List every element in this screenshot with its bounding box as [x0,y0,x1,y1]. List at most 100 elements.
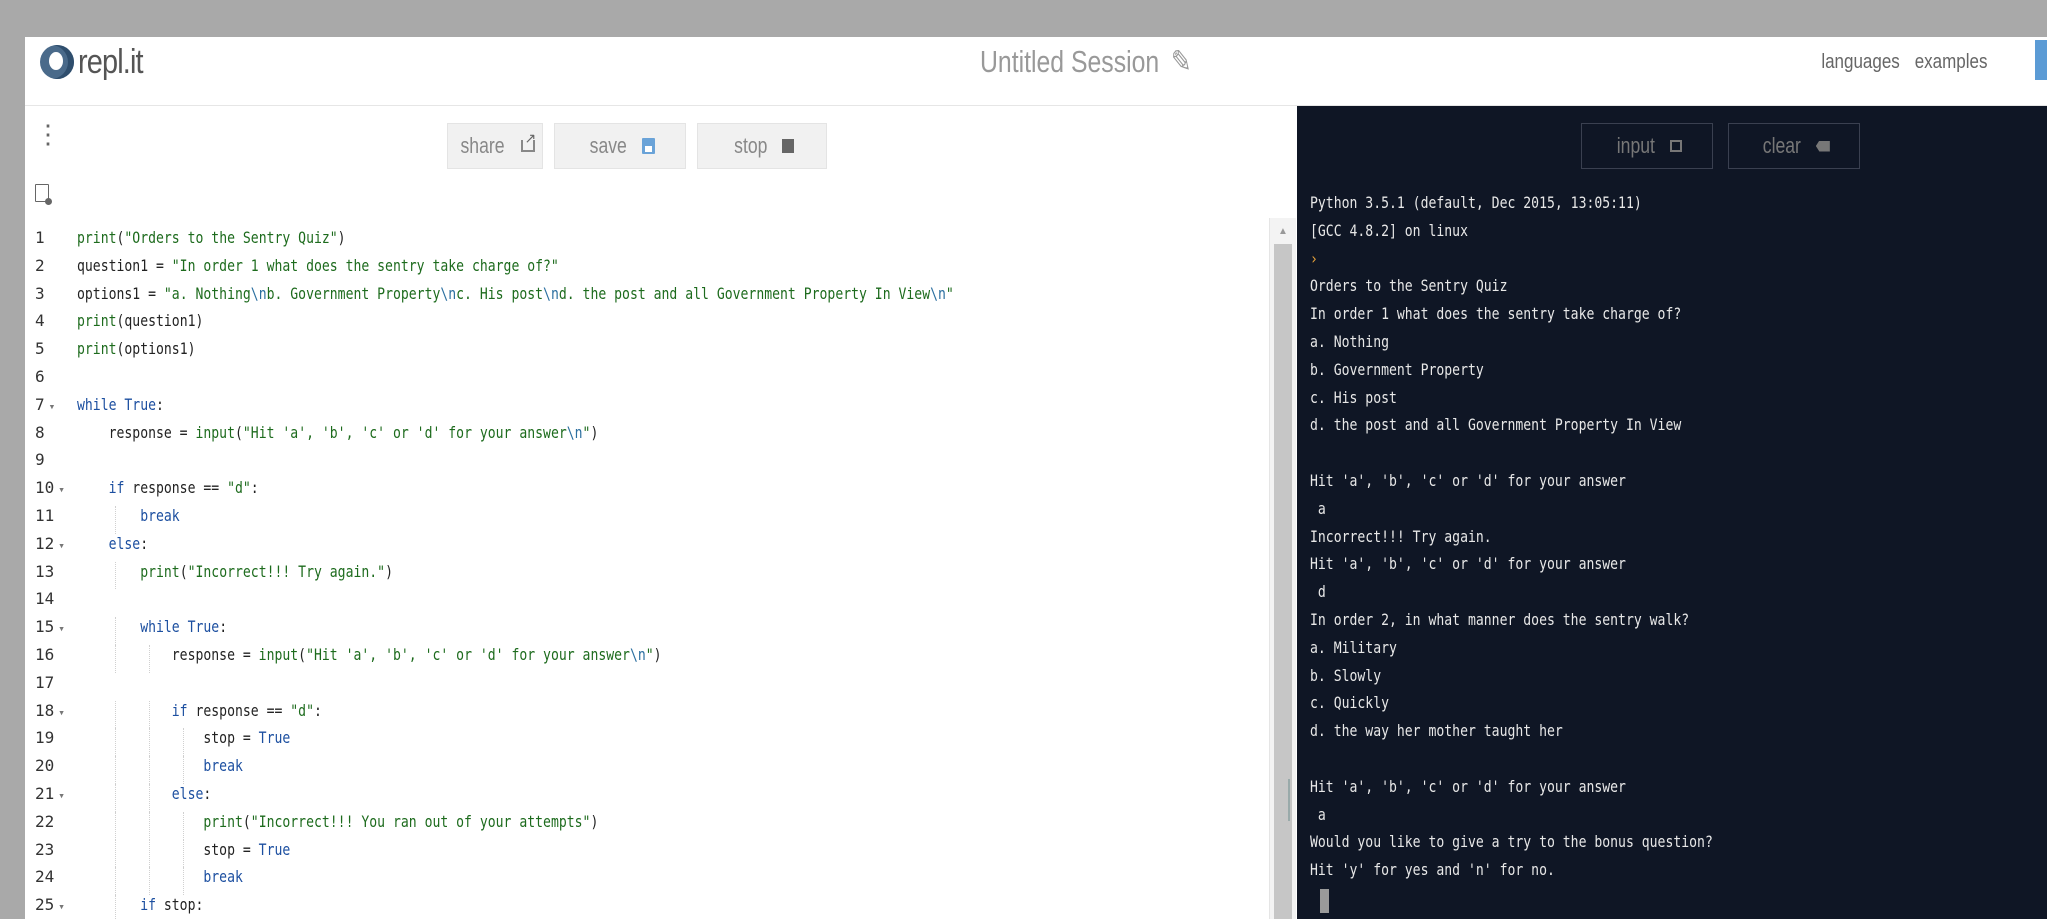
nav-languages[interactable]: languages [1821,51,1899,73]
indent-guide [115,617,116,645]
line-number: 2 [35,255,45,275]
console-line: Hit 'a', 'b', 'c' or 'd' for your answer [1310,554,1626,574]
code-line[interactable]: print(question1) [77,311,203,330]
code-line[interactable]: response = input("Hit 'a', 'b', 'c' or '… [77,423,599,442]
logo-text: repl.it [78,42,144,81]
indent-guide [149,700,150,729]
repl-logo-icon [40,45,74,79]
indent-guide [115,895,116,919]
line-number: 11 [35,506,55,525]
fold-arrow-icon[interactable]: ▾ [58,789,65,802]
editor-scrollbar[interactable]: ▲ [1269,218,1296,919]
fold-arrow-icon[interactable]: ▾ [58,900,65,913]
logo[interactable]: repl.it [40,37,154,87]
indent-guide [115,784,116,812]
input-button[interactable]: input [1581,123,1713,169]
code-line[interactable]: if stop: [77,895,203,914]
indent-guide [183,728,184,757]
indent-guide [149,784,150,812]
pencil-icon[interactable]: ✎ [1171,44,1192,79]
console-line: a. Military [1310,637,1397,657]
code-line[interactable]: options1 = "a. Nothing\nb. Government Pr… [77,284,954,303]
file-settings-icon[interactable] [35,184,52,205]
save-icon [641,138,655,154]
line-number: 13 [35,561,55,581]
code-line[interactable]: else: [77,784,212,803]
console-line: a. Nothing [1310,332,1389,351]
fold-arrow-icon[interactable]: ▾ [58,706,65,719]
split-handle[interactable] [1288,779,1290,821]
indent-guide [115,506,116,534]
code-line[interactable]: print("Incorrect!!! Try again.") [77,562,393,581]
code-line[interactable]: print("Orders to the Sentry Quiz") [77,228,346,247]
indent-guide [149,728,150,757]
line-number: 14 [35,589,55,609]
code-line[interactable]: print("Incorrect!!! You ran out of your … [77,812,598,831]
stop-label: stop [734,133,768,158]
indent-guide [183,756,184,784]
menu-kebab-icon[interactable]: ⋮ [35,121,61,147]
line-number: 9 [35,450,45,470]
fold-arrow-icon[interactable]: ▾ [58,622,65,635]
line-number: 15 ▾ [35,617,65,637]
editor-toolbar: share save stop [447,123,827,169]
save-button[interactable]: save [554,123,686,169]
console-line: b. Slowly [1310,665,1382,685]
code-line[interactable]: while True: [77,395,164,414]
code-line[interactable]: while True: [77,617,227,636]
clear-button[interactable]: clear [1728,123,1860,169]
line-number: 17 [35,672,55,692]
console-line: a [1310,498,1326,518]
console-line: Hit 'a', 'b', 'c' or 'd' for your answer [1310,776,1626,796]
code-line[interactable]: if response == "d": [77,478,259,497]
code-line[interactable]: else: [77,534,149,553]
line-number: 24 [35,867,55,887]
indent-guide [115,645,116,673]
session-title-text: Untitled Session [980,44,1160,79]
console-line: d. the way her mother taught her [1310,721,1563,741]
indent-guide [183,811,184,840]
line-number: 3 [35,283,45,303]
indent-guide [183,839,184,868]
console-line: b. Government Property [1310,359,1484,379]
header: repl.it Untitled Session ✎ languages exa… [25,37,2047,106]
fold-arrow-icon[interactable]: ▾ [58,539,65,552]
scroll-up-icon[interactable]: ▲ [1278,226,1288,237]
code-line[interactable]: response = input("Hit 'a', 'b', 'c' or '… [77,645,662,664]
code-line[interactable]: break [77,506,180,525]
code-line[interactable]: if response == "d": [77,701,322,720]
save-label: save [589,133,628,158]
indent-guide [115,811,116,840]
code-line[interactable]: print(options1) [77,339,195,358]
code-line[interactable]: break [77,756,243,775]
line-number: 8 [35,422,45,442]
side-tab[interactable] [2035,40,2047,80]
share-icon [520,130,536,152]
console-line: Would you like to give a try to the bonu… [1310,832,1713,852]
line-number: 22 [35,811,55,831]
line-number: 7 ▾ [35,394,56,414]
console-line: c. Quickly [1310,693,1389,713]
share-button[interactable]: share [447,123,543,169]
session-title[interactable]: Untitled Session ✎ [980,37,1192,87]
share-label: share [460,133,506,158]
indent-guide [149,867,150,896]
console-line: d [1310,582,1326,602]
line-number: 19 [35,728,55,748]
indent-guide [115,756,116,784]
console-toolbar: input clear [1581,123,1860,169]
code-line[interactable]: question1 = "In order 1 what does the se… [77,256,559,275]
console-panel: input clear Python 3.5.1 (default, Dec 2… [1297,106,2047,919]
code-area[interactable]: 1 2 3 4 5 6 7 ▾ 8 9 10 ▾ 11 12 ▾ 13 14 15 ▾ 16 17 18 ▾ 19 20 21 ▾ 2… [25,218,1269,919]
stop-button[interactable]: stop [697,123,827,169]
nav-examples[interactable]: examples [1914,51,1987,73]
fold-arrow-icon[interactable]: ▾ [49,400,56,413]
fold-arrow-icon[interactable]: ▾ [58,483,65,496]
line-number: 5 [35,339,45,359]
top-nav: languages examples [1811,37,1987,87]
line-number: 12 ▾ [35,533,65,553]
code-line[interactable]: break [77,867,243,886]
line-number: 21 ▾ [35,784,65,803]
line-number: 6 [35,367,45,386]
clear-label: clear [1762,133,1802,158]
